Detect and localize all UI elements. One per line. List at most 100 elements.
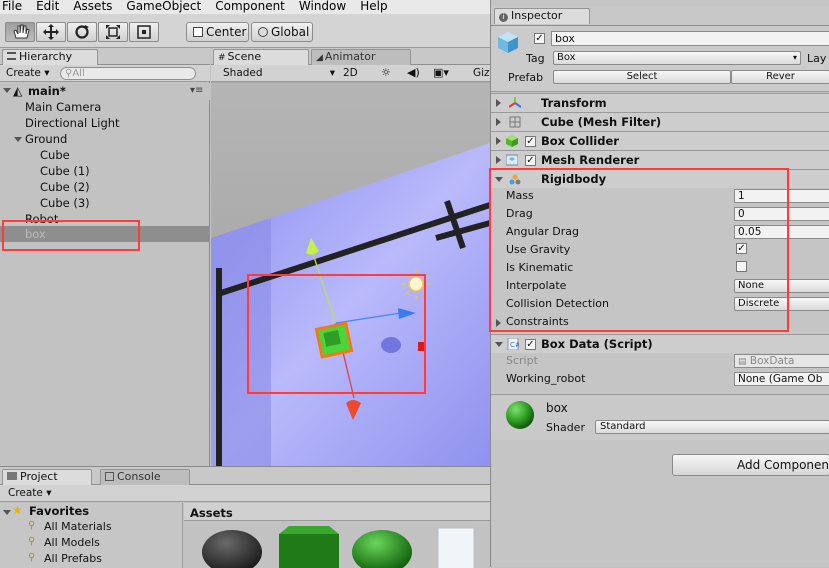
- hierarchy-tab[interactable]: Hierarchy: [2, 49, 98, 65]
- working-robot-field[interactable]: None (Game Ob: [734, 372, 829, 386]
- inspector-header: ✓ box Tag Box ▾ Lay Prefab Select Rever: [491, 26, 829, 92]
- component-box-collider[interactable]: ✓ Box Collider: [491, 131, 829, 150]
- prefab-select-button[interactable]: Select: [553, 70, 731, 84]
- expand-arrow-icon[interactable]: [496, 118, 501, 126]
- hierarchy-item-cube-3[interactable]: Cube (3): [40, 195, 90, 211]
- prefab-revert-button[interactable]: Rever: [731, 70, 829, 84]
- script-field[interactable]: ▤ BoxData: [734, 354, 829, 368]
- hierarchy-item-ground[interactable]: Ground: [25, 131, 67, 147]
- mesh-renderer-icon: [506, 154, 518, 166]
- hierarchy-item-cube-1[interactable]: Cube (1): [40, 163, 90, 179]
- expand-arrow-icon[interactable]: [496, 137, 501, 145]
- ground-expand-arrow-icon[interactable]: [14, 137, 22, 142]
- scene-panel: # Scene ◢ Animator Shaded ▾ 2D ☼ ◀) ▣▾ Giz: [211, 48, 490, 466]
- component-title-box-collider: Box Collider: [541, 134, 619, 148]
- audio-icon[interactable]: ◀): [407, 66, 420, 79]
- collapse-arrow-icon[interactable]: [495, 342, 503, 347]
- asset-dark-material[interactable]: [202, 530, 262, 568]
- gizmos-dropdown[interactable]: Giz: [473, 67, 490, 79]
- assets-header: Assets: [184, 503, 490, 521]
- rotate-tool-button[interactable]: [67, 22, 97, 42]
- expand-arrow-icon[interactable]: [496, 156, 501, 164]
- rect-tool-icon: [137, 25, 151, 39]
- light-gizmo-icon[interactable]: [408, 276, 424, 292]
- list-icon: [7, 52, 16, 60]
- scene-menu-icon[interactable]: ▾≡: [190, 83, 203, 99]
- component-mesh-renderer[interactable]: ✓ Mesh Renderer: [491, 150, 829, 169]
- component-transform[interactable]: Transform: [491, 93, 829, 112]
- pivot-center-toggle[interactable]: Center: [186, 22, 249, 42]
- box-collider-enabled-checkbox[interactable]: ✓: [525, 136, 536, 147]
- tag-dropdown[interactable]: Box ▾: [553, 51, 801, 65]
- red-handle[interactable]: [418, 342, 425, 351]
- mesh-renderer-enabled-checkbox[interactable]: ✓: [525, 155, 536, 166]
- active-checkbox[interactable]: ✓: [534, 33, 545, 44]
- favorite-all-prefabs[interactable]: All Prefabs: [44, 552, 102, 565]
- scale-tool-button[interactable]: [98, 22, 128, 42]
- scene-tabbar: # Scene ◢ Animator: [211, 48, 490, 65]
- expand-arrow-icon[interactable]: [3, 88, 11, 93]
- favorite-all-materials[interactable]: All Materials: [44, 520, 112, 533]
- animator-tab[interactable]: ◢ Animator: [311, 49, 411, 65]
- asset-thumbnails: [202, 526, 475, 568]
- hierarchy-toolbar: Create ▾ ⚲All: [0, 65, 210, 82]
- object-name-input[interactable]: box: [551, 31, 829, 46]
- script-icon: C#: [507, 338, 519, 350]
- script-enabled-checkbox[interactable]: ✓: [525, 339, 536, 350]
- project-tab[interactable]: Project: [2, 469, 92, 485]
- hierarchy-create-dropdown[interactable]: Create ▾: [6, 67, 50, 79]
- menu-file[interactable]: File: [2, 0, 22, 13]
- add-component-button[interactable]: Add Componen: [672, 454, 829, 476]
- inspector-panel: i Inspector ✓ box Tag Box ▾ Lay Prefab Sel…: [489, 0, 829, 567]
- hierarchy-item-directional-light[interactable]: Directional Light: [25, 115, 120, 131]
- asset-box-prefab[interactable]: [279, 534, 339, 568]
- scene-name: main*: [28, 84, 66, 98]
- project-tab-label: Project: [20, 470, 58, 483]
- hierarchy-item-cube-2[interactable]: Cube (2): [40, 179, 90, 195]
- console-tab[interactable]: Console: [100, 469, 190, 485]
- favorites-label[interactable]: Favorites: [29, 504, 89, 518]
- chevron-down-icon: ▾: [792, 53, 797, 62]
- scene-lighting-icon[interactable]: ☼: [381, 66, 391, 79]
- space-global-toggle[interactable]: Global: [251, 22, 313, 42]
- svg-text:C#: C#: [510, 341, 519, 349]
- hand-tool-button[interactable]: [5, 22, 35, 42]
- hierarchy-item-main-camera[interactable]: Main Camera: [25, 99, 101, 115]
- move-tool-button[interactable]: [36, 22, 66, 42]
- tag-value: Box: [557, 52, 576, 63]
- menu-window[interactable]: Window: [299, 0, 346, 13]
- shading-mode-dropdown[interactable]: Shaded ▾: [223, 67, 335, 79]
- tag-label: Tag: [526, 52, 545, 65]
- project-create-dropdown[interactable]: Create ▾: [8, 487, 52, 499]
- favorite-all-models[interactable]: All Models: [44, 536, 100, 549]
- expand-arrow-icon[interactable]: [496, 99, 501, 107]
- menu-assets[interactable]: Assets: [73, 0, 112, 13]
- component-box-data-script[interactable]: C# ✓ Box Data (Script): [491, 334, 829, 353]
- menu-gameobject[interactable]: GameObject: [126, 0, 201, 13]
- menu-component[interactable]: Component: [215, 0, 285, 13]
- inspector-tab[interactable]: i Inspector: [494, 8, 590, 24]
- hierarchy-tabbar: Hierarchy: [0, 48, 210, 65]
- pivot-icon: [193, 27, 203, 37]
- favorites-tree: ★ Favorites ⚲ All Materials ⚲ All Models…: [0, 503, 183, 568]
- chevron-down-icon: ▾: [329, 67, 335, 79]
- menu-edit[interactable]: Edit: [36, 0, 59, 13]
- shader-dropdown[interactable]: Standard: [595, 420, 829, 434]
- menu-help[interactable]: Help: [360, 0, 387, 13]
- asset-script-file[interactable]: [437, 527, 475, 568]
- scene-toolbar: Shaded ▾ 2D ☼ ◀) ▣▾ Giz: [211, 65, 490, 82]
- asset-green-material[interactable]: [352, 530, 412, 568]
- rect-tool-button[interactable]: [129, 22, 159, 42]
- component-title-box-data: Box Data (Script): [541, 337, 653, 351]
- hierarchy-item-cube[interactable]: Cube: [40, 147, 70, 163]
- component-mesh-filter[interactable]: Cube (Mesh Filter): [491, 112, 829, 131]
- hierarchy-search-input[interactable]: ⚲All: [60, 67, 196, 80]
- scene-viewport[interactable]: [211, 83, 490, 466]
- favorites-expand-icon[interactable]: [3, 510, 11, 515]
- 2d-toggle-button[interactable]: 2D: [343, 67, 358, 79]
- scene-root-row[interactable]: ◭ main* ▾≡: [0, 83, 210, 100]
- rotate-icon: [75, 25, 89, 39]
- search-icon: ⚲: [28, 536, 36, 547]
- effects-icon[interactable]: ▣▾: [433, 66, 449, 79]
- scene-tab[interactable]: # Scene: [213, 49, 309, 65]
